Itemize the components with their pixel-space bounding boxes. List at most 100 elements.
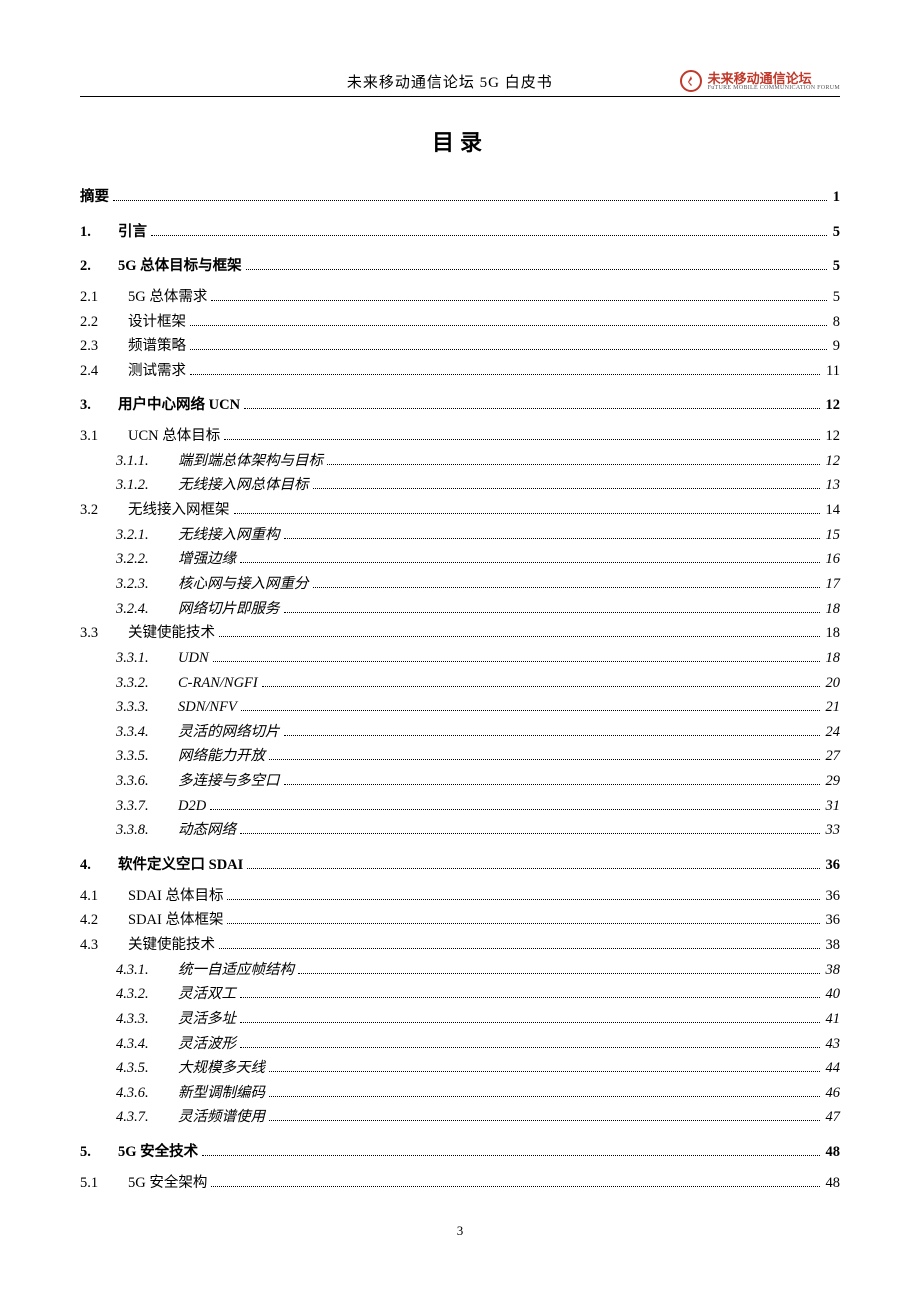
toc-entry-number: 3.1 bbox=[80, 424, 128, 449]
toc-entry-page: 47 bbox=[824, 1105, 841, 1130]
toc-entry[interactable]: 3.3.1.UDN18 bbox=[80, 646, 840, 671]
toc-entry-page: 5 bbox=[831, 285, 840, 310]
toc-entry-number: 2.1 bbox=[80, 285, 128, 310]
toc-entry[interactable]: 2.15G 总体需求5 bbox=[80, 285, 840, 310]
toc-entry-number: 3.2.4. bbox=[116, 597, 178, 622]
toc-entry-number: 1. bbox=[80, 220, 118, 245]
toc-entry[interactable]: 3.2.3.核心网与接入网重分17 bbox=[80, 572, 840, 597]
toc-entry[interactable]: 1.引言5 bbox=[80, 220, 840, 245]
toc-entry-label: 动态网络 bbox=[178, 818, 236, 843]
toc-entry[interactable]: 摘要 1 bbox=[80, 185, 840, 210]
toc-entry[interactable]: 3.3.7.D2D31 bbox=[80, 794, 840, 819]
toc-entry[interactable]: 4.3.4.灵活波形43 bbox=[80, 1032, 840, 1057]
toc-entry-number: 4.1 bbox=[80, 884, 128, 909]
toc-entry[interactable]: 3.2.2.增强边缘16 bbox=[80, 547, 840, 572]
toc-entry[interactable]: 4.3.2.灵活双工40 bbox=[80, 982, 840, 1007]
toc-entry[interactable]: 3.2无线接入网框架14 bbox=[80, 498, 840, 523]
toc-entry[interactable]: 3.3.3.SDN/NFV21 bbox=[80, 695, 840, 720]
header-title: 未来移动通信论坛 5G 白皮书 bbox=[220, 71, 680, 92]
toc-entry[interactable]: 5.5G 安全技术48 bbox=[80, 1140, 840, 1165]
toc-entry-number: 4.3.6. bbox=[116, 1081, 178, 1106]
toc-entry-page: 24 bbox=[824, 720, 841, 745]
toc-entry-number: 3.1.1. bbox=[116, 449, 178, 474]
toc-entry[interactable]: 4.3.7.灵活频谱使用47 bbox=[80, 1105, 840, 1130]
toc-leader-dots bbox=[210, 799, 819, 810]
toc-entry[interactable]: 2.5G 总体目标与框架5 bbox=[80, 254, 840, 279]
toc-leader-dots bbox=[240, 552, 820, 563]
toc-entry-number: 3. bbox=[80, 393, 118, 418]
toc-leader-dots bbox=[284, 725, 820, 736]
toc-leader-dots bbox=[224, 429, 819, 440]
toc-entry[interactable]: 4.1SDAI 总体目标36 bbox=[80, 884, 840, 909]
toc-entry[interactable]: 3.3.5.网络能力开放27 bbox=[80, 744, 840, 769]
toc-leader-dots bbox=[227, 913, 819, 924]
toc-leader-dots bbox=[313, 478, 820, 489]
toc-entry[interactable]: 4.3.5.大规模多天线44 bbox=[80, 1056, 840, 1081]
logo-subtext: FuTURE MOBILE COMMUNICATION FORUM bbox=[708, 85, 840, 91]
toc-entry[interactable]: 2.4测试需求11 bbox=[80, 359, 840, 384]
toc-leader-dots bbox=[313, 577, 820, 588]
toc-entry-number: 5.1 bbox=[80, 1171, 128, 1196]
toc-entry-number: 3.3.4. bbox=[116, 720, 178, 745]
toc-entry[interactable]: 3.3.8.动态网络33 bbox=[80, 818, 840, 843]
toc-entry[interactable]: 3.3.6.多连接与多空口29 bbox=[80, 769, 840, 794]
toc-entry[interactable]: 3.1.2.无线接入网总体目标13 bbox=[80, 473, 840, 498]
toc-entry[interactable]: 4.软件定义空口 SDAI36 bbox=[80, 853, 840, 878]
toc-entry[interactable]: 3.1.1.端到端总体架构与目标 12 bbox=[80, 449, 840, 474]
toc-entry[interactable]: 5.15G 安全架构48 bbox=[80, 1171, 840, 1196]
toc-entry[interactable]: 2.2设计框架8 bbox=[80, 310, 840, 335]
toc-entry-number: 3.2.1. bbox=[116, 523, 178, 548]
toc-entry-page: 12 bbox=[824, 424, 841, 449]
toc-entry[interactable]: 3.2.1.无线接入网重构15 bbox=[80, 523, 840, 548]
toc-entry-label: 灵活波形 bbox=[178, 1032, 236, 1057]
toc-leader-dots bbox=[211, 290, 826, 301]
toc-entry[interactable]: 3.3.4.灵活的网络切片24 bbox=[80, 720, 840, 745]
toc-entry[interactable]: 4.3.6.新型调制编码46 bbox=[80, 1081, 840, 1106]
toc-entry-page: 43 bbox=[824, 1032, 841, 1057]
toc-entry-page: 8 bbox=[831, 310, 840, 335]
toc-entry-page: 27 bbox=[824, 744, 841, 769]
toc-entry-page: 18 bbox=[824, 646, 841, 671]
toc-entry-page: 1 bbox=[831, 185, 840, 210]
toc-entry[interactable]: 3.用户中心网络 UCN12 bbox=[80, 393, 840, 418]
toc-entry-label: 无线接入网框架 bbox=[128, 498, 230, 523]
toc-leader-dots bbox=[240, 1012, 820, 1023]
toc-leader-dots bbox=[234, 503, 820, 514]
toc-entry-label: 测试需求 bbox=[128, 359, 186, 384]
page-number: 3 bbox=[80, 1223, 840, 1239]
toc-entry-page: 38 bbox=[824, 958, 841, 983]
toc-entry-number: 4.3.7. bbox=[116, 1105, 178, 1130]
toc-entry[interactable]: 3.1UCN 总体目标12 bbox=[80, 424, 840, 449]
toc-entry[interactable]: 4.3关键使能技术38 bbox=[80, 933, 840, 958]
toc-leader-dots bbox=[327, 454, 820, 465]
toc-leader-dots bbox=[269, 1110, 820, 1121]
toc-entry-page: 14 bbox=[824, 498, 841, 523]
toc-entry-number: 2.4 bbox=[80, 359, 128, 384]
toc-entry-label: 5G 安全技术 bbox=[118, 1140, 198, 1165]
toc-entry-label: 端到端总体架构与目标 bbox=[178, 449, 323, 474]
toc-entry-label: 摘要 bbox=[80, 185, 109, 210]
toc-entry-page: 5 bbox=[831, 254, 840, 279]
toc-entry[interactable]: 4.3.3.灵活多址41 bbox=[80, 1007, 840, 1032]
toc-entry-label: 增强边缘 bbox=[178, 547, 236, 572]
toc-entry[interactable]: 3.3.2.C-RAN/NGFI20 bbox=[80, 671, 840, 696]
toc-leader-dots bbox=[213, 651, 820, 662]
toc-entry-page: 36 bbox=[824, 884, 841, 909]
toc-entry[interactable]: 3.3关键使能技术18 bbox=[80, 621, 840, 646]
toc-entry-label: 灵活双工 bbox=[178, 982, 236, 1007]
toc-entry-page: 12 bbox=[824, 393, 841, 418]
toc-entry-page: 13 bbox=[824, 473, 841, 498]
toc-entry[interactable]: 4.3.1.统一自适应帧结构38 bbox=[80, 958, 840, 983]
toc-entry[interactable]: 3.2.4.网络切片即服务18 bbox=[80, 597, 840, 622]
toc-entry-page: 29 bbox=[824, 769, 841, 794]
toc-leader-dots bbox=[241, 700, 820, 711]
toc-entry-page: 12 bbox=[824, 449, 841, 474]
toc-entry-page: 18 bbox=[824, 621, 841, 646]
toc-entry-label: 关键使能技术 bbox=[128, 621, 215, 646]
toc-entry-label: 引言 bbox=[118, 220, 147, 245]
toc-entry[interactable]: 2.3频谱策略9 bbox=[80, 334, 840, 359]
toc-entry-page: 9 bbox=[831, 334, 840, 359]
toc-entry[interactable]: 4.2SDAI 总体框架36 bbox=[80, 908, 840, 933]
toc-entry-page: 33 bbox=[824, 818, 841, 843]
toc-entry-label: 网络能力开放 bbox=[178, 744, 265, 769]
